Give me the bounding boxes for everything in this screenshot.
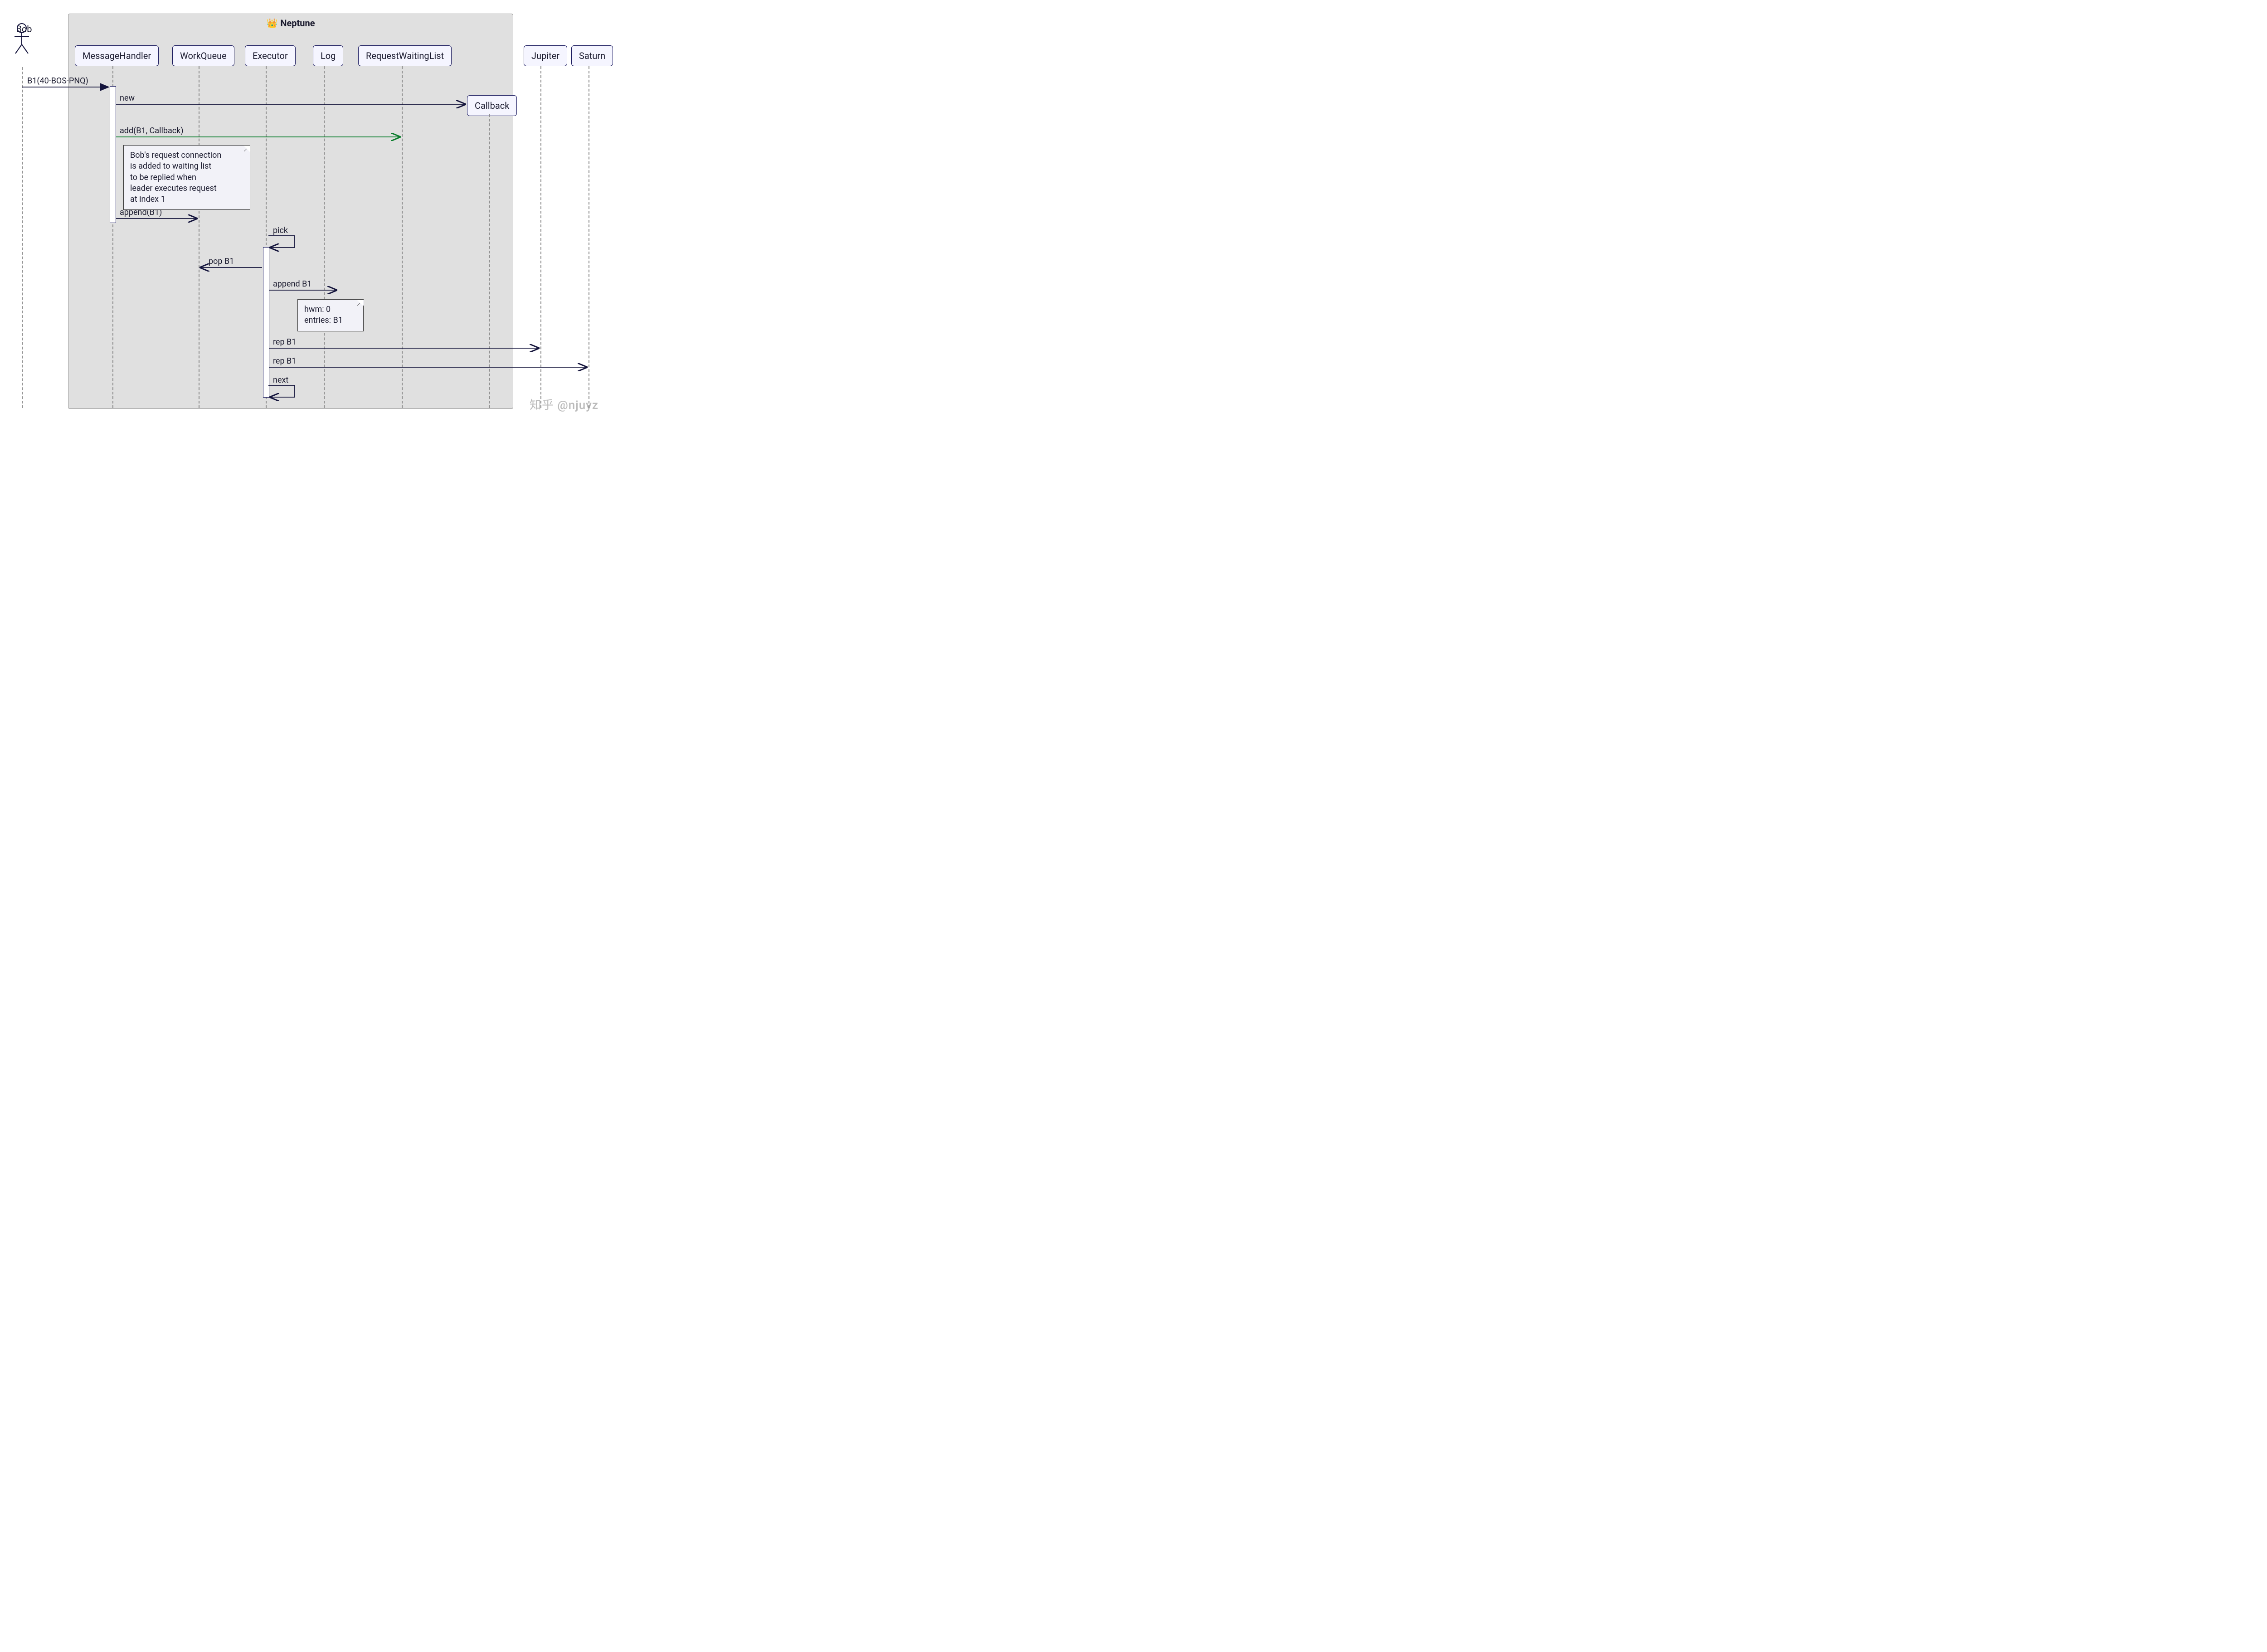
msg-b1: B1(40-BOS-PNQ) <box>27 76 88 86</box>
note-waitinglist-text: Bob's request connection is added to wai… <box>130 150 243 205</box>
msg-next: next <box>273 375 288 385</box>
msg-append-log: append B1 <box>273 279 311 289</box>
note-log-state: hwm: 0 entries: B1 <box>297 299 364 331</box>
note-log-state-text: hwm: 0 entries: B1 <box>304 304 357 326</box>
msg-pick: pick <box>273 226 288 235</box>
watermark: 知乎 @njuyz <box>530 396 598 413</box>
arrows-layer <box>9 9 608 417</box>
msg-new: new <box>120 93 135 103</box>
msg-rep-jupiter: rep B1 <box>273 337 296 347</box>
msg-add: add(B1, Callback) <box>120 126 184 136</box>
sequence-diagram: 👑 Neptune Bob MessageHandler WorkQueue E… <box>9 9 608 417</box>
msg-pop: pop B1 <box>209 257 234 266</box>
note-waitinglist: Bob's request connection is added to wai… <box>123 145 250 210</box>
msg-rep-saturn: rep B1 <box>273 356 296 366</box>
